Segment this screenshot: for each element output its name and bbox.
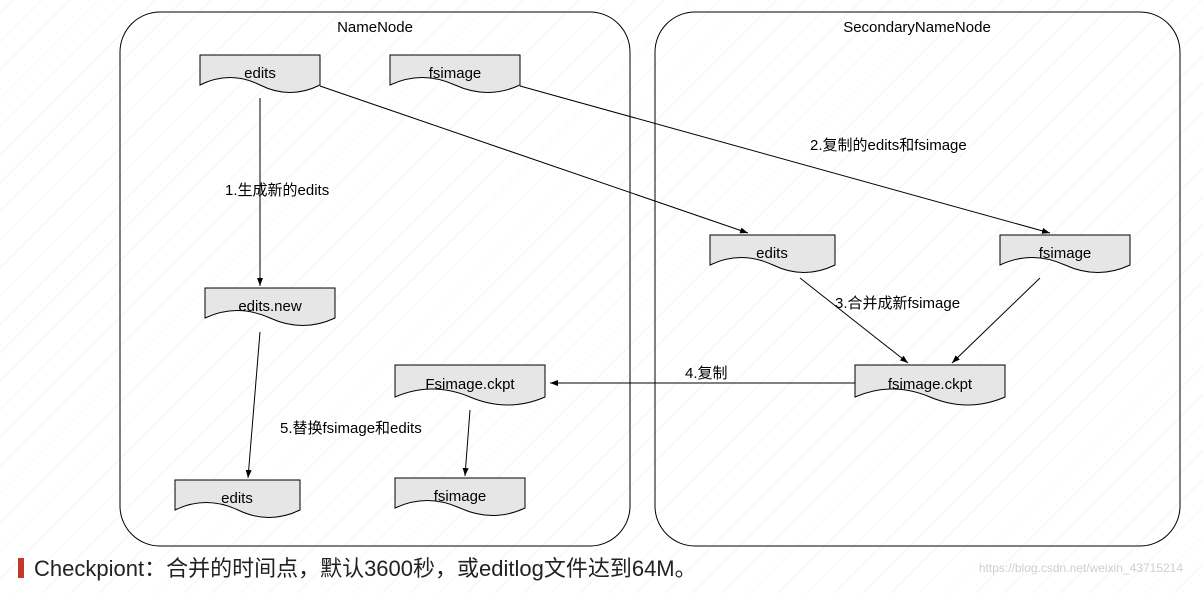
node-edits-new-label: edits.new (238, 298, 302, 315)
edge-2b (520, 86, 1050, 233)
container-secondary-namenode (655, 12, 1180, 546)
edge-2a (320, 86, 748, 233)
container-namenode-title: NameNode (337, 19, 413, 36)
edge-1-label: 1.生成新的edits (225, 182, 329, 199)
caption-text: Checkpiont：合并的时间点，默认3600秒，或editlog文件达到64… (18, 551, 697, 583)
node-fsimage-top-label: fsimage (429, 65, 482, 82)
node-edits-bottom-label: edits (221, 490, 253, 507)
node-fsimage-bottom-label: fsimage (434, 488, 487, 505)
edge-5a (248, 332, 260, 478)
node-fsimage-ckpt-left-label: Fsimage.ckpt (425, 376, 515, 393)
watermark-text: https://blog.csdn.net/weixin_43715214 (979, 561, 1183, 575)
edge-3-label: 3.合并成新fsimage (835, 295, 960, 312)
edge-2-label: 2.复制的edits和fsimage (810, 136, 967, 154)
edge-4-label: 4.复制 (685, 364, 728, 382)
caption-body: Checkpiont：合并的时间点，默认3600秒，或editlog文件达到64… (34, 556, 697, 581)
edge-5b (465, 410, 470, 476)
node-edits-top-label: edits (244, 65, 276, 82)
diagram-canvas: NameNode SecondaryNameNode edits fsimage… (0, 0, 1203, 593)
edge-5-label: 5.替换fsimage和edits (280, 420, 422, 437)
node-fsimage-right-label: fsimage (1039, 245, 1092, 262)
container-secondary-namenode-title: SecondaryNameNode (843, 19, 991, 36)
edge-3b (952, 278, 1040, 363)
node-edits-right-label: edits (756, 245, 788, 262)
bullet-icon (18, 558, 24, 578)
node-fsimage-ckpt-right-label: fsimage.ckpt (888, 376, 973, 393)
edge-3a (800, 278, 908, 363)
container-namenode (120, 12, 630, 546)
